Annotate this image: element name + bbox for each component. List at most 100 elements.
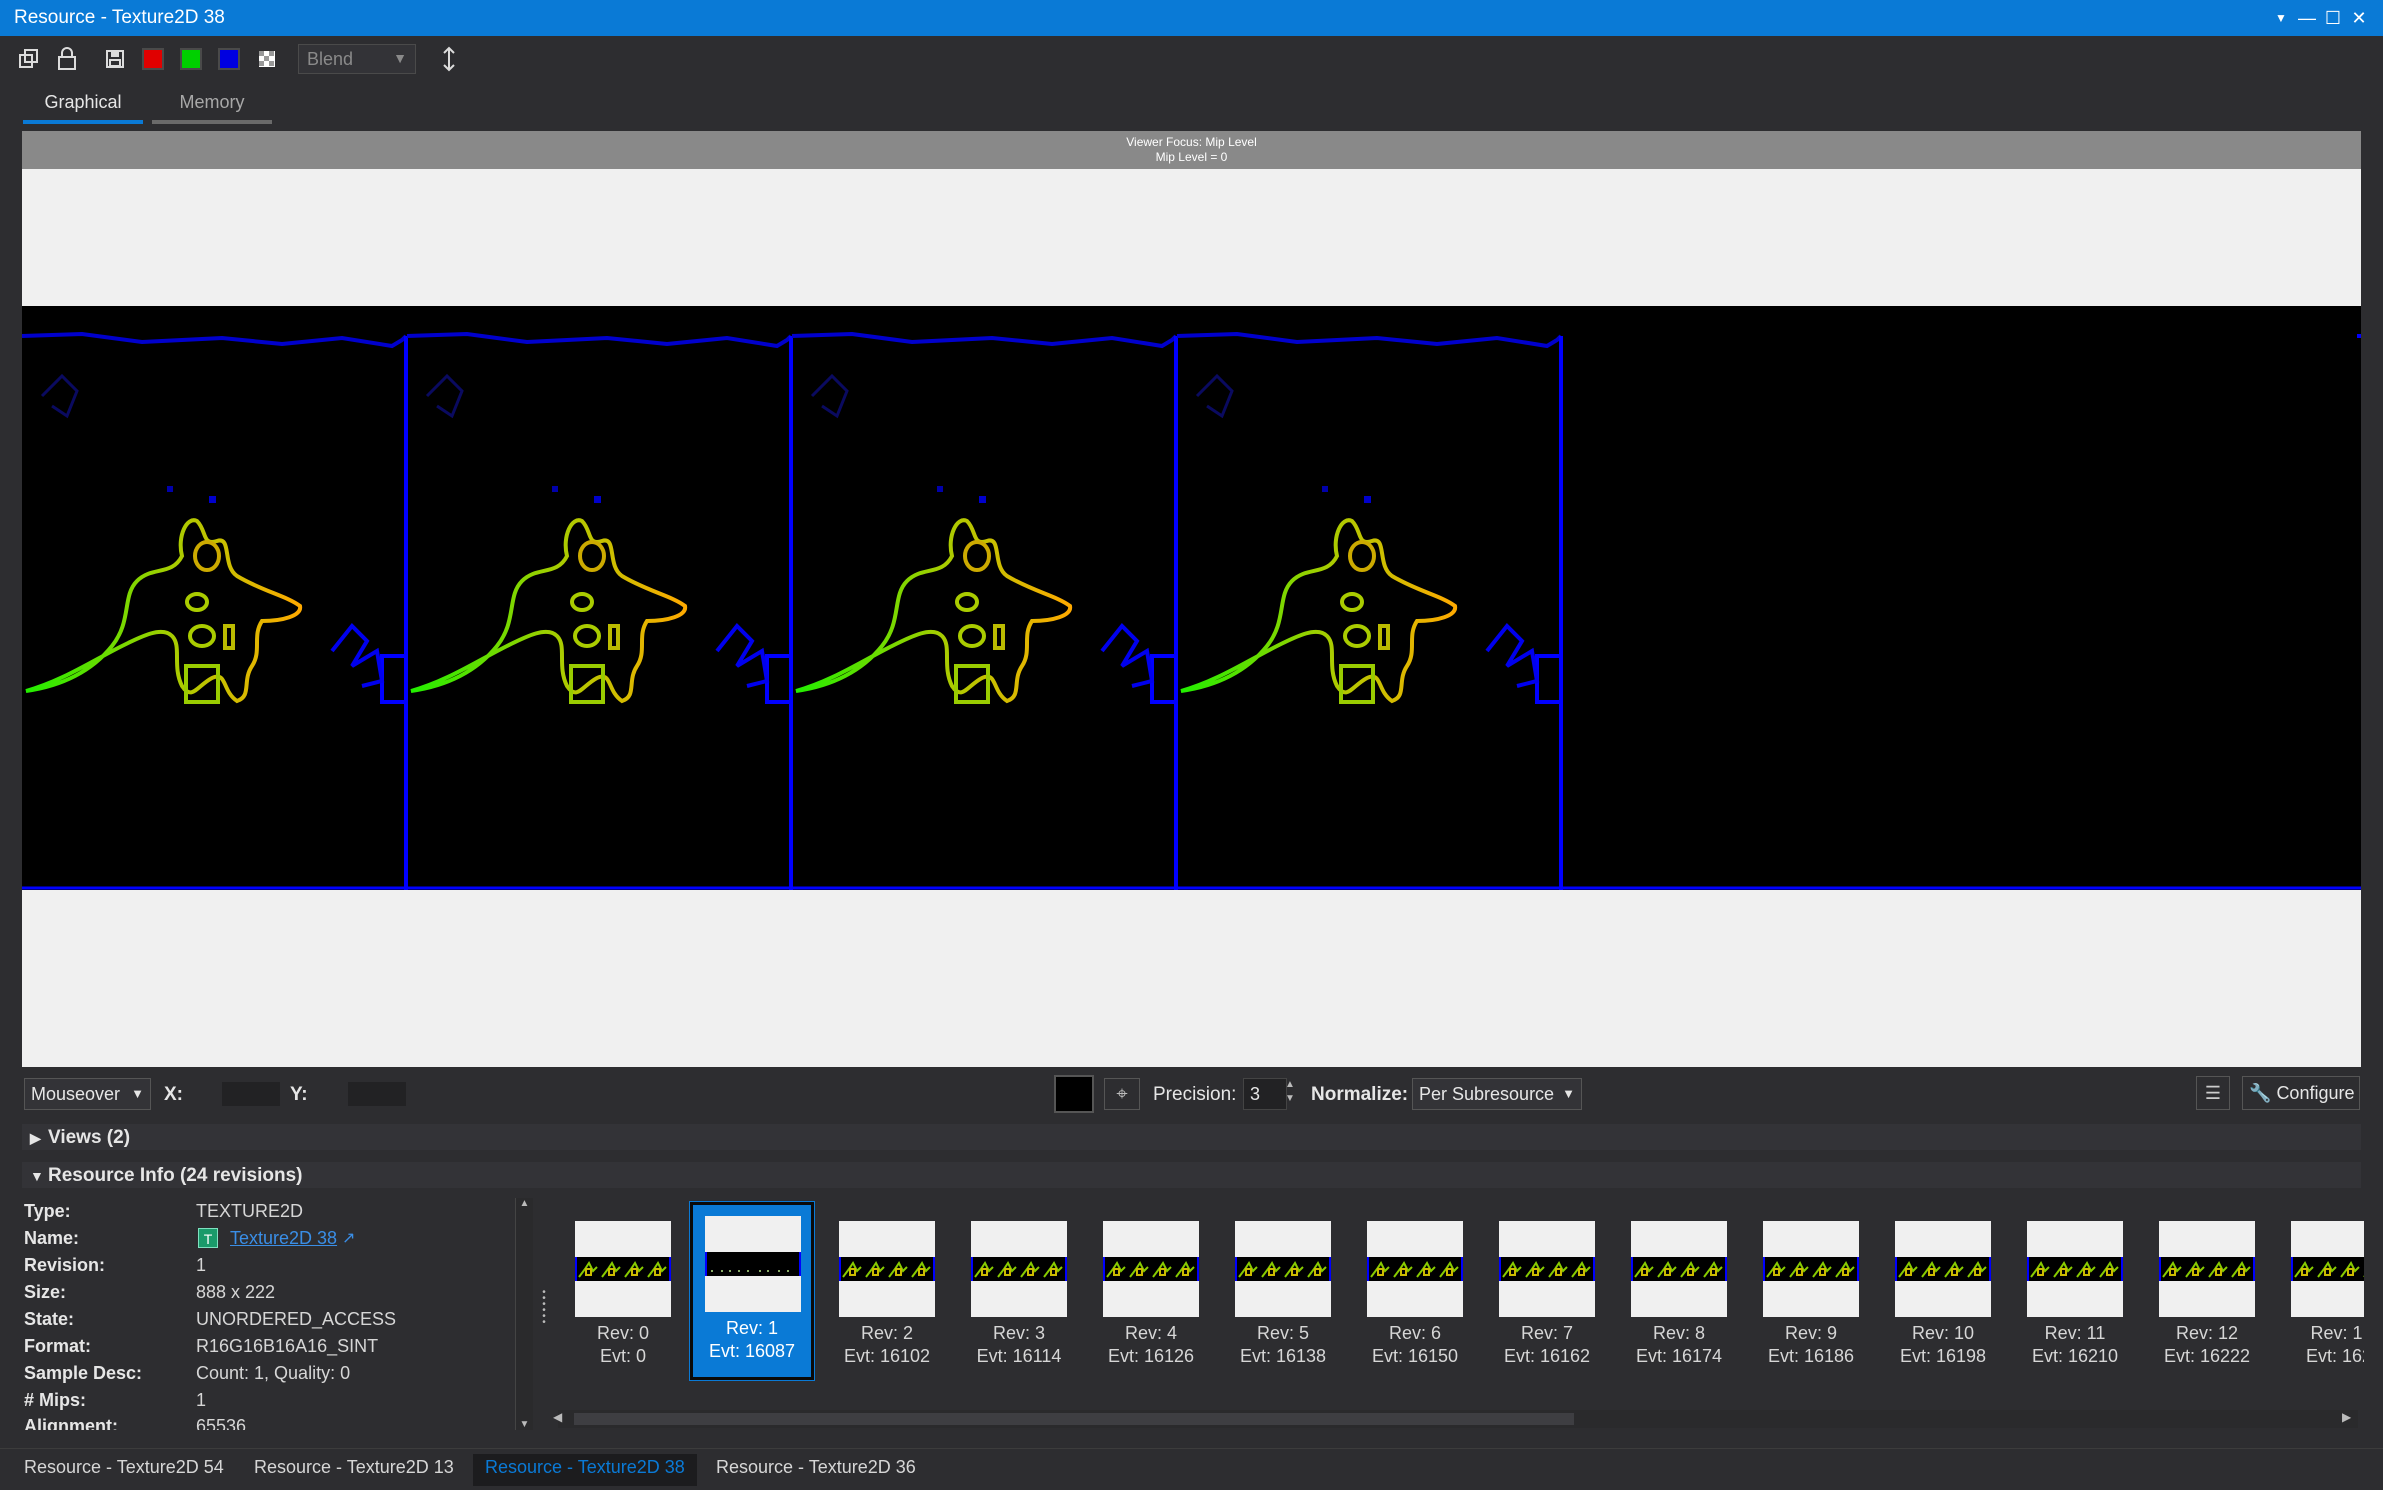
revision-thumbnail[interactable]: Rev: 9 Evt: 16186 bbox=[1740, 1207, 1864, 1385]
revision-event: Evt: 16222 bbox=[2163, 1346, 2251, 1366]
views-section-title: Views (2) bbox=[48, 1127, 131, 1148]
document-tab-active[interactable]: Resource - Texture2D 38 bbox=[473, 1454, 697, 1486]
info-key: # Mips: bbox=[24, 1390, 87, 1410]
save-icon[interactable] bbox=[100, 44, 130, 74]
revision-thumbnail[interactable]: Rev: 12 Evt: 16222 bbox=[2136, 1207, 2260, 1385]
x-coordinate-field bbox=[222, 1082, 280, 1106]
blend-select[interactable]: Blend ▼ bbox=[298, 44, 416, 74]
precision-stepper[interactable]: ▲ ▼ bbox=[1281, 1078, 1299, 1110]
crosshair-icon[interactable]: ⌖ bbox=[1104, 1078, 1140, 1110]
revision-preview-band bbox=[1631, 1257, 1727, 1281]
collapse-arrow-icon: ▼ bbox=[30, 1168, 44, 1184]
texture-drawing bbox=[20, 332, 2361, 892]
scroll-up-icon[interactable]: ▲ bbox=[516, 1198, 533, 1209]
revision-preview-image bbox=[1499, 1221, 1595, 1317]
chevron-down-icon: ▼ bbox=[1562, 1086, 1575, 1101]
info-key: State: bbox=[24, 1309, 75, 1329]
texture-type-icon: T bbox=[198, 1228, 218, 1248]
revision-thumbnail[interactable]: Rev: 3 Evt: 16114 bbox=[948, 1207, 1072, 1385]
revision-event: Evt: 0 bbox=[599, 1346, 647, 1366]
revision-preview-image bbox=[839, 1221, 935, 1317]
info-scrollbar[interactable]: ▲ ▼ bbox=[515, 1198, 533, 1430]
revision-preview-image bbox=[2159, 1221, 2255, 1317]
normalize-value: Per Subresource bbox=[1419, 1084, 1555, 1104]
viewer-focus-label: Viewer Focus: Mip Level bbox=[1126, 135, 1257, 149]
revision-thumbnail[interactable]: Rev: 4 Evt: 16126 bbox=[1080, 1207, 1204, 1385]
revision-thumbnail[interactable]: Rev: 6 Evt: 16150 bbox=[1344, 1207, 1468, 1385]
revision-thumbnail[interactable]: Rev: 10 Evt: 16198 bbox=[1872, 1207, 1996, 1385]
revision-thumbnail[interactable]: Rev: 5 Evt: 16138 bbox=[1212, 1207, 1336, 1385]
revision-event: Evt: 16186 bbox=[1767, 1346, 1855, 1366]
revision-preview-band bbox=[2291, 1257, 2364, 1281]
revision-scroll-thumb[interactable] bbox=[574, 1413, 1574, 1425]
info-value: TEXTURE2D bbox=[196, 1201, 304, 1221]
dropdown-icon[interactable]: ▼ bbox=[2268, 6, 2294, 30]
revision-preview-band bbox=[1499, 1257, 1595, 1281]
resource-info-section-header[interactable]: ▼ Resource Info (24 revisions) bbox=[22, 1162, 2361, 1188]
revision-event: Evt: 16162 bbox=[1503, 1346, 1591, 1366]
maximize-icon[interactable]: ☐ bbox=[2320, 6, 2346, 30]
document-tab[interactable]: Resource - Texture2D 13 bbox=[242, 1454, 466, 1486]
revision-preview-image bbox=[1235, 1221, 1331, 1317]
scroll-down-icon[interactable]: ▼ bbox=[516, 1419, 533, 1430]
tab-memory[interactable]: Memory bbox=[152, 88, 272, 124]
revision-preview-band bbox=[1367, 1257, 1463, 1281]
alpha-channel-toggle[interactable] bbox=[252, 44, 282, 74]
revision-thumbnail[interactable]: Rev: 1: Evt: 162 bbox=[2268, 1207, 2364, 1385]
views-section-header[interactable]: ▶ Views (2) bbox=[22, 1124, 2361, 1150]
mouseover-mode-value: Mouseover bbox=[31, 1084, 121, 1104]
flip-vertical-icon[interactable] bbox=[434, 44, 464, 74]
info-value: 65536 bbox=[196, 1416, 247, 1430]
texture-image[interactable] bbox=[20, 306, 2361, 892]
revision-preview-image bbox=[705, 1216, 801, 1312]
external-link-icon[interactable]: ↗ bbox=[342, 1228, 355, 1248]
scroll-left-icon[interactable]: ◀ bbox=[553, 1410, 562, 1424]
revision-thumbnail[interactable]: Rev: 11 Evt: 16210 bbox=[2004, 1207, 2128, 1385]
revision-event: Evt: 16114 bbox=[976, 1346, 1062, 1366]
info-value: 1 bbox=[196, 1390, 207, 1410]
columns-icon[interactable]: ☰ bbox=[2196, 1076, 2230, 1110]
configure-button[interactable]: 🔧 Configure bbox=[2242, 1076, 2360, 1110]
revision-thumbnail[interactable]: Rev: 8 Evt: 16174 bbox=[1608, 1207, 1732, 1385]
revision-thumbnail[interactable]: Rev: 7 Evt: 16162 bbox=[1476, 1207, 1600, 1385]
scroll-right-icon[interactable]: ▶ bbox=[2342, 1410, 2351, 1424]
info-key: Alignment: bbox=[24, 1416, 118, 1430]
document-tab[interactable]: Resource - Texture2D 54 bbox=[12, 1454, 236, 1486]
y-coordinate-field bbox=[348, 1082, 406, 1106]
resource-name-link[interactable]: Texture2D 38 bbox=[230, 1228, 337, 1249]
revision-preview-band bbox=[971, 1257, 1067, 1281]
precision-label: Precision: bbox=[1153, 1084, 1237, 1105]
revision-event: Evt: 16198 bbox=[1899, 1346, 1987, 1366]
document-tab[interactable]: Resource - Texture2D 36 bbox=[704, 1454, 928, 1486]
revision-number: Rev: 0 bbox=[596, 1323, 650, 1343]
info-key: Sample Desc: bbox=[24, 1363, 143, 1383]
revision-number: Rev: 9 bbox=[1784, 1323, 1838, 1343]
lock-icon[interactable] bbox=[52, 44, 82, 74]
revision-preview-image bbox=[1367, 1221, 1463, 1317]
revision-thumbnail[interactable]: Rev: 1 Evt: 16087 bbox=[689, 1201, 815, 1381]
revision-event: Evt: 162 bbox=[2305, 1346, 2364, 1366]
chevron-down-icon: ▼ bbox=[393, 50, 407, 66]
info-key: Revision: bbox=[24, 1255, 106, 1275]
green-channel-toggle[interactable] bbox=[176, 44, 206, 74]
revision-number: Rev: 6 bbox=[1388, 1323, 1442, 1343]
expand-arrow-icon: ▶ bbox=[30, 1130, 41, 1146]
copy-icon[interactable] bbox=[14, 44, 44, 74]
splitter-handle[interactable]: • • • • • • bbox=[540, 1288, 548, 1340]
revision-thumbnail[interactable]: Rev: 2 Evt: 16102 bbox=[816, 1207, 940, 1385]
revision-number: Rev: 7 bbox=[1520, 1323, 1574, 1343]
revision-preview-band bbox=[1895, 1257, 1991, 1281]
tab-graphical[interactable]: Graphical bbox=[23, 88, 143, 124]
blue-channel-toggle[interactable] bbox=[214, 44, 244, 74]
revision-event: Evt: 16126 bbox=[1107, 1346, 1195, 1366]
revision-number: Rev: 8 bbox=[1652, 1323, 1706, 1343]
revision-strip: Rev: 0 Evt: 0 Rev: 1 Evt: 16087 Rev: 2 Evt: 1… bbox=[552, 1195, 2364, 1407]
minimize-icon[interactable]: — bbox=[2294, 6, 2320, 30]
close-icon[interactable]: ✕ bbox=[2346, 6, 2372, 30]
texture-viewer[interactable] bbox=[20, 169, 2361, 1067]
red-channel-toggle[interactable] bbox=[138, 44, 168, 74]
info-value: R16G16B16A16_SINT bbox=[196, 1336, 379, 1356]
mouseover-mode-select[interactable]: Mouseover ▼ bbox=[24, 1078, 151, 1110]
normalize-select[interactable]: Per Subresource ▼ bbox=[1412, 1078, 1582, 1110]
revision-thumbnail[interactable]: Rev: 0 Evt: 0 bbox=[552, 1207, 676, 1385]
